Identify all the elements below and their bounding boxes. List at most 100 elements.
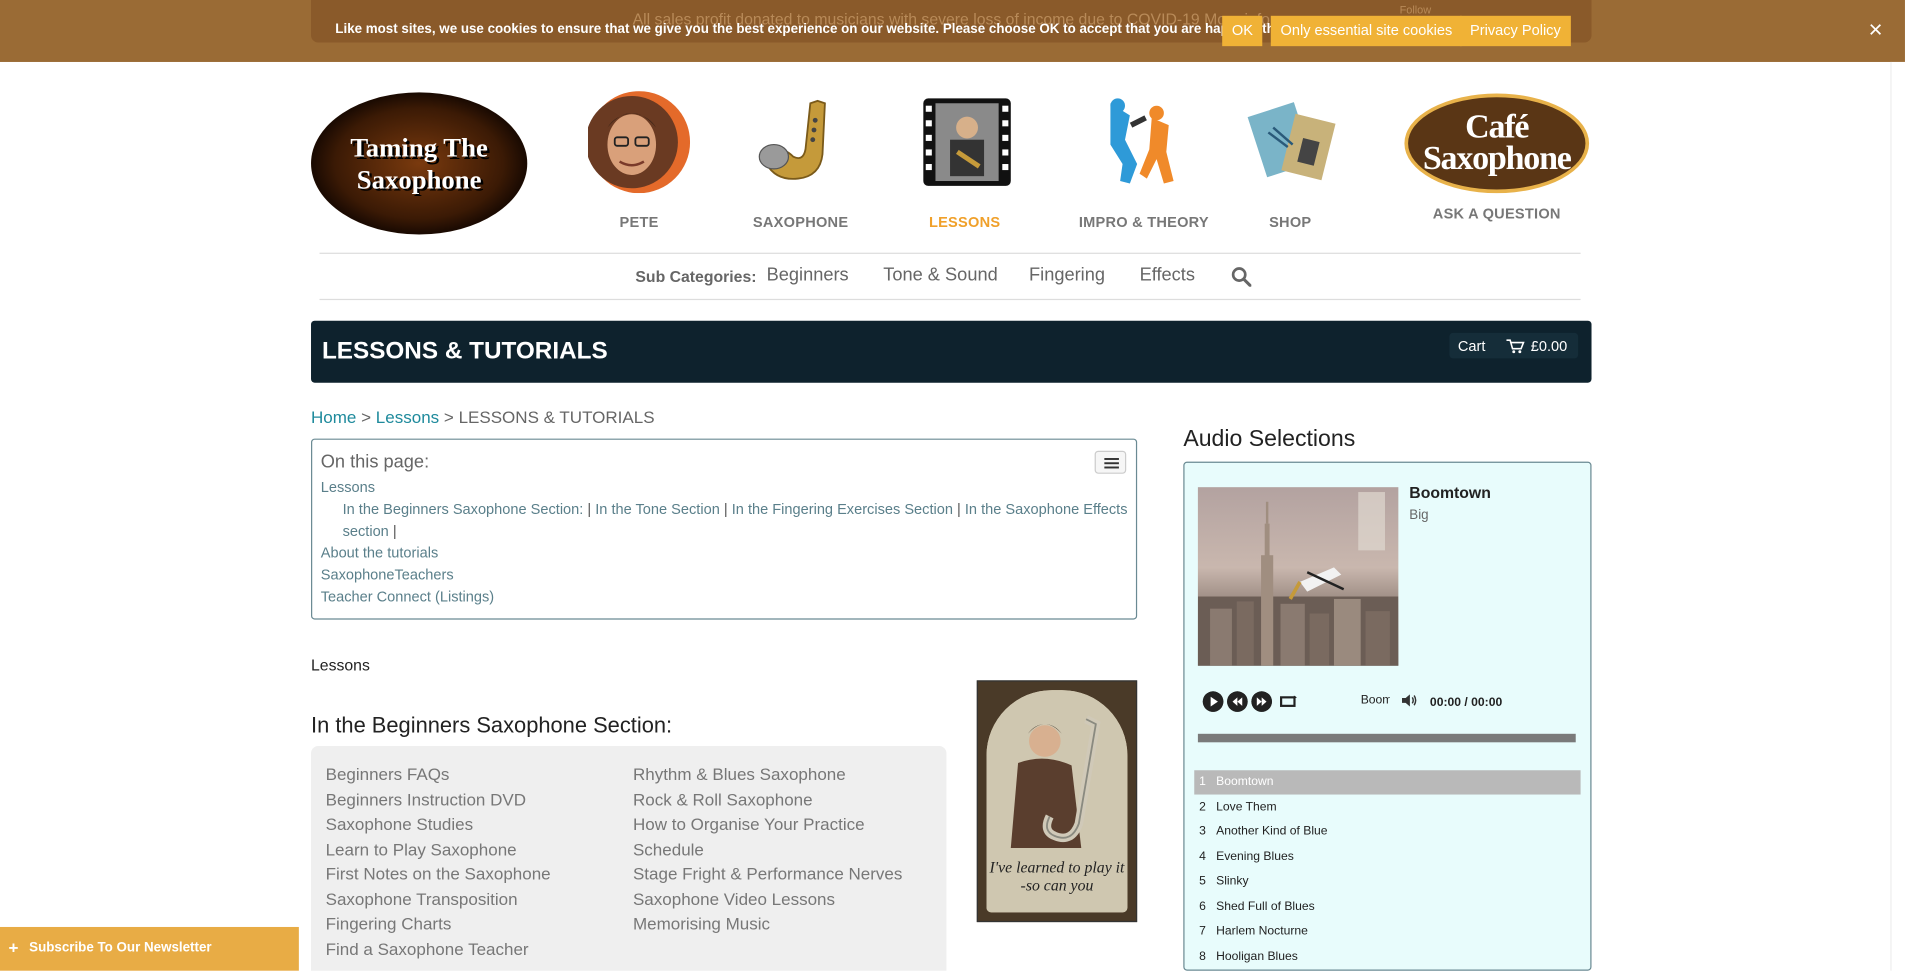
cookie-ok-button[interactable]: OK (1222, 15, 1263, 47)
link-organise-practice[interactable]: How to Organise Your Practice (633, 814, 865, 833)
nav-label-ask-question: ASK A QUESTION (1432, 205, 1561, 223)
poster-caption: I've learned to play it -so can you (986, 858, 1127, 894)
toc-toggle-button[interactable] (1094, 450, 1127, 474)
subcat-fingering[interactable]: Fingering (1029, 265, 1105, 286)
track-row[interactable]: 7 Harlem Nocturne (1194, 920, 1580, 944)
subcat-beginners[interactable]: Beginners (767, 265, 849, 286)
toc-link-connect[interactable]: Teacher Connect (Listings) (321, 588, 494, 605)
track-row[interactable]: 6 Shed Full of Blues (1194, 895, 1580, 919)
link-rock-roll[interactable]: Rock & Roll Saxophone (633, 790, 813, 809)
track-name: Another Kind of Blue (1216, 824, 1328, 839)
nav-item-shop[interactable]: SHOP (1239, 91, 1341, 231)
track-name: Evening Blues (1216, 850, 1294, 864)
toc-link-effects[interactable]: In the Saxophone Effects (965, 501, 1128, 518)
link-find-teacher[interactable]: Find a Saxophone Teacher (326, 939, 529, 958)
toc-separator: | (957, 500, 961, 518)
breadcrumb-home[interactable]: Home (311, 407, 356, 426)
link-video-lessons[interactable]: Saxophone Video Lessons (633, 889, 835, 908)
track-row[interactable]: 2 Love Them (1194, 796, 1580, 820)
nav-label-shop: SHOP (1269, 213, 1312, 231)
track-row[interactable]: 3 Another Kind of Blue (1194, 820, 1580, 844)
link-memorising-music[interactable]: Memorising Music (633, 914, 770, 933)
track-row[interactable]: 1 Boomtown (1194, 770, 1581, 795)
link-stage-fright[interactable]: Stage Fright & Performance Nerves (633, 864, 902, 883)
toc-link-about[interactable]: About the tutorials (321, 544, 439, 561)
track-name: Slinky (1216, 874, 1249, 889)
cookie-essential-button[interactable]: Only essential site cookies (1270, 15, 1463, 47)
site-logo[interactable]: Taming The Saxophone (311, 92, 528, 235)
cafe-saxophone-logo[interactable]: Café Saxophone (1404, 93, 1590, 194)
track-number: 8 (1199, 950, 1206, 964)
nav-item-pete[interactable]: PETE (585, 91, 691, 231)
link-transposition[interactable]: Saxophone Transposition (326, 889, 518, 908)
volume-icon[interactable] (1401, 692, 1418, 708)
previous-track-icon[interactable] (1227, 691, 1248, 712)
subcategory-label: Sub Categories: (635, 267, 757, 286)
nav-item-saxophone[interactable]: SAXOPHONE (750, 91, 852, 231)
album-art-image (1197, 487, 1399, 666)
toc-link-teachers[interactable]: SaxophoneTeachers (321, 566, 454, 583)
repeat-icon[interactable] (1278, 691, 1299, 712)
track-name: Hooligan Blues (1216, 950, 1298, 964)
site-logo-text: Taming The Saxophone (350, 131, 488, 194)
nav-item-impro-theory[interactable]: IMPRO & THEORY (1079, 91, 1209, 231)
link-instruction-dvd[interactable]: Beginners Instruction DVD (326, 790, 526, 809)
track-number: 6 (1199, 900, 1206, 914)
nav-item-ask-question[interactable]: ASK A QUESTION (1404, 205, 1589, 222)
track-name: Boomtown (1216, 775, 1274, 789)
link-fingering-charts[interactable]: Fingering Charts (326, 914, 452, 933)
privacy-policy-button[interactable]: Privacy Policy (1460, 15, 1571, 47)
shop-books-icon (1247, 102, 1336, 181)
toc-separator: | (723, 500, 728, 518)
toc-link-lessons[interactable]: Lessons (321, 479, 375, 496)
track-row[interactable]: 4 Evening Blues (1194, 846, 1580, 870)
track-row[interactable]: 8 Hooligan Blues (1194, 945, 1580, 969)
link-saxophone-studies[interactable]: Saxophone Studies (326, 814, 474, 833)
now-playing-title: Boomtown (1360, 693, 1390, 708)
track-number: 2 (1199, 800, 1206, 814)
toc-sublinks-row-2: section | (343, 522, 397, 539)
toc-link-beginners[interactable]: In the Beginners Saxophone Section: (343, 501, 584, 518)
toc-title: On this page: (320, 451, 430, 473)
beginners-heading: In the Beginners Saxophone Section: (311, 713, 673, 738)
time-display: 00:00 / 00:00 (1429, 696, 1503, 710)
search-icon[interactable] (1231, 266, 1252, 287)
link-rhythm-blues[interactable]: Rhythm & Blues Saxophone (633, 764, 846, 783)
page-scrollbar[interactable] (1890, 61, 1905, 971)
subcat-effects[interactable]: Effects (1140, 265, 1195, 286)
track-number: 3 (1199, 824, 1206, 839)
cart-label: Cart (1457, 337, 1486, 355)
album-title: Boomtown (1409, 483, 1491, 502)
link-beginners-faqs[interactable]: Beginners FAQs (326, 764, 450, 783)
toc-link-effects-cont[interactable]: section (343, 522, 389, 539)
poster-caption-line-2: -so can you (1020, 875, 1094, 895)
link-learn-to-play[interactable]: Learn to Play Saxophone (326, 839, 517, 858)
breadcrumb: Home > Lessons > LESSONS & TUTORIALS (311, 407, 655, 426)
toc-link-tone[interactable]: In the Tone Section (595, 501, 720, 518)
next-track-icon[interactable] (1251, 691, 1273, 712)
nav-item-lessons[interactable]: LESSONS (914, 91, 1016, 231)
track-number: 4 (1199, 850, 1206, 864)
track-row[interactable]: 5 Slinky (1194, 870, 1580, 894)
toc-separator: | (587, 500, 592, 518)
breadcrumb-lessons[interactable]: Lessons (376, 407, 439, 426)
link-organise-practice-cont[interactable]: Schedule (633, 839, 704, 858)
audio-heading: Audio Selections (1183, 426, 1356, 452)
subcat-tone-sound[interactable]: Tone & Sound (883, 265, 998, 286)
track-name: Harlem Nocturne (1216, 924, 1308, 938)
close-icon[interactable]: × (1869, 18, 1888, 42)
cart-icon (1506, 339, 1525, 354)
list-icon (1104, 458, 1119, 469)
newsletter-label[interactable]: Subscribe To Our Newsletter (29, 940, 211, 955)
city-skyline-illustration (1197, 492, 1399, 666)
saxophone-icon (758, 99, 826, 180)
progress-bar[interactable] (1197, 733, 1576, 743)
nav-label-lessons: LESSONS (928, 213, 1001, 231)
plus-icon: + (8, 937, 19, 958)
play-icon[interactable] (1202, 691, 1224, 712)
track-number: 5 (1199, 874, 1206, 889)
track-number: 1 (1199, 775, 1206, 789)
pete-photo-icon (585, 91, 691, 194)
toc-link-fingering[interactable]: In the Fingering Exercises Section (732, 501, 953, 518)
link-first-notes[interactable]: First Notes on the Saxophone (326, 864, 551, 883)
